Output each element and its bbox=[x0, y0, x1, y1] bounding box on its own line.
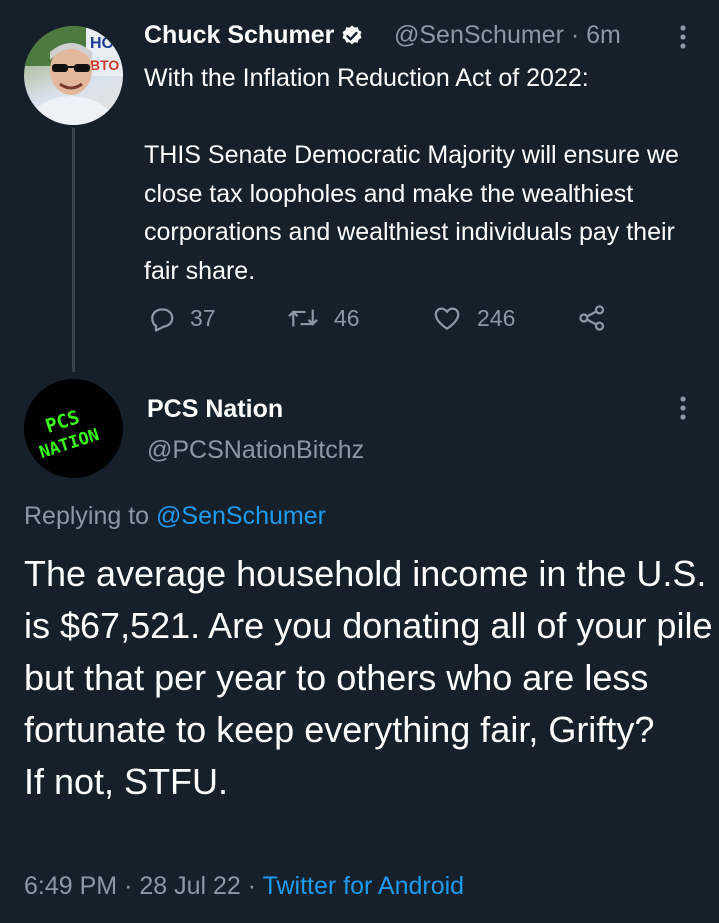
reply-text: The average household income in the U.S.… bbox=[24, 553, 713, 802]
more-options-icon[interactable] bbox=[673, 393, 693, 428]
avatar-pcs-nation[interactable]: PCS NATION bbox=[24, 379, 123, 478]
avatar-chuck-schumer[interactable]: HO BTO bbox=[24, 26, 123, 125]
retweet-icon bbox=[288, 309, 318, 327]
share-button[interactable] bbox=[576, 303, 608, 333]
avatar-logo: PCS NATION bbox=[24, 379, 123, 478]
reply-date[interactable]: 28 Jul 22 bbox=[139, 872, 240, 900]
separator-dot: · bbox=[570, 21, 580, 49]
retweet-button[interactable]: 46 bbox=[286, 303, 360, 333]
reply-button[interactable]: 37 bbox=[146, 303, 216, 333]
replying-to-line: Replying to @SenSchumer bbox=[24, 502, 326, 531]
svg-text:BTO: BTO bbox=[90, 57, 119, 73]
retweet-count: 46 bbox=[334, 304, 360, 331]
thread-connector-line bbox=[72, 128, 75, 372]
replying-to-link[interactable]: @SenSchumer bbox=[156, 502, 326, 530]
reply-count: 37 bbox=[190, 304, 216, 331]
separator-dot: · bbox=[247, 872, 257, 900]
verified-badge-icon bbox=[340, 24, 364, 48]
reply-metadata: 6:49 PM · 28 Jul 22 · Twitter for Androi… bbox=[24, 872, 464, 901]
separator-dot: · bbox=[124, 872, 133, 900]
reply-handle[interactable]: @PCSNationBitchz bbox=[147, 436, 364, 465]
tweet-author-name[interactable]: Chuck Schumer bbox=[144, 21, 364, 50]
reply-time[interactable]: 6:49 PM bbox=[24, 872, 117, 900]
avatar-photo: HO BTO bbox=[24, 26, 123, 125]
reply-author-name[interactable]: PCS Nation bbox=[147, 395, 283, 424]
like-count: 246 bbox=[477, 304, 516, 331]
author-name-text[interactable]: Chuck Schumer bbox=[144, 21, 334, 50]
more-options-icon[interactable] bbox=[673, 22, 693, 57]
tweet-timestamp[interactable]: 6m bbox=[586, 21, 621, 49]
like-icon bbox=[434, 307, 460, 330]
reply-icon bbox=[151, 308, 174, 332]
avatar-sign-text: HO bbox=[90, 35, 114, 52]
share-icon bbox=[579, 305, 605, 331]
tweet-handle-and-time: @SenSchumer · 6m bbox=[394, 21, 621, 50]
tweet-text: With the Inflation Reduction Act of 2022… bbox=[144, 64, 679, 285]
tweet-handle[interactable]: @SenSchumer bbox=[394, 21, 564, 49]
reply-source-link[interactable]: Twitter for Android bbox=[263, 872, 464, 900]
replying-to-label: Replying to bbox=[24, 502, 150, 530]
like-button[interactable]: 246 bbox=[431, 303, 515, 333]
